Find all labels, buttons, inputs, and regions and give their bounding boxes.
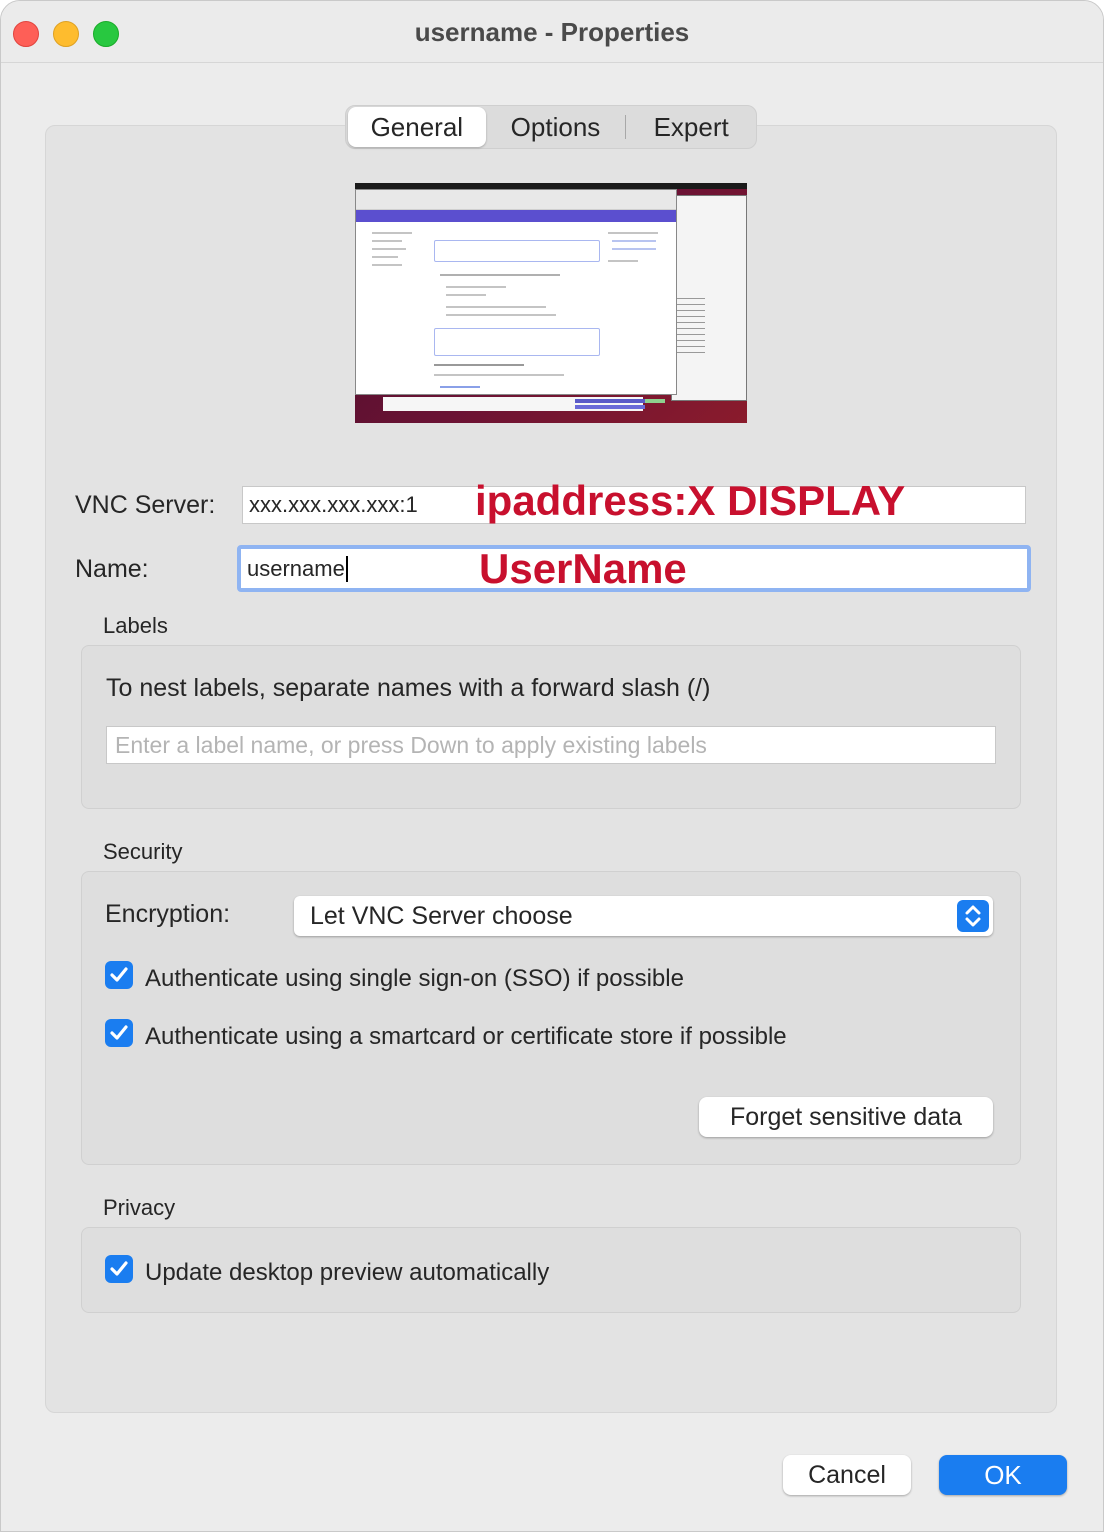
labels-section-title: Labels	[103, 613, 168, 638]
security-section-title: Security	[103, 839, 183, 864]
tab-general[interactable]: General	[348, 107, 486, 147]
tab-options[interactable]: Options	[486, 107, 626, 147]
properties-window: username - Properties General Options Ex…	[0, 0, 1104, 1532]
ok-button[interactable]: OK	[939, 1455, 1067, 1495]
server-annotation: ipaddress:X DISPLAY	[475, 477, 906, 524]
checkmark-icon	[110, 1025, 128, 1040]
window-title: username - Properties	[414, 17, 690, 47]
tab-bar: General Options Expert	[345, 105, 757, 149]
name-annotation: UserName	[479, 545, 687, 592]
name-value: username	[247, 555, 345, 581]
labels-hint: To nest labels, separate names with a fo…	[106, 674, 711, 702]
sso-label: Authenticate using single sign-on (SSO) …	[145, 965, 684, 992]
vnc-server-label: VNC Server:	[75, 491, 216, 519]
title-bar: username - Properties	[1, 1, 1103, 63]
encryption-value: Let VNC Server choose	[310, 901, 573, 930]
vnc-server-value: xxx.xxx.xxx.xxx:1	[249, 492, 418, 517]
update-preview-label: Update desktop preview automatically	[145, 1259, 550, 1286]
desktop-preview-thumbnail	[355, 183, 747, 423]
tab-expert[interactable]: Expert	[626, 107, 756, 147]
smartcard-label: Authenticate using a smartcard or certif…	[145, 1023, 787, 1050]
privacy-section-title: Privacy	[103, 1195, 176, 1220]
sso-checkbox[interactable]	[105, 961, 133, 989]
text-caret	[345, 555, 348, 582]
name-label: Name:	[75, 555, 149, 583]
update-preview-checkbox[interactable]	[105, 1255, 133, 1283]
encryption-label: Encryption:	[105, 900, 231, 928]
encryption-select[interactable]: Let VNC Server choose	[294, 896, 993, 936]
cancel-button[interactable]: Cancel	[783, 1455, 911, 1495]
checkmark-icon	[110, 967, 128, 982]
up-down-chevron-icon	[957, 900, 989, 932]
smartcard-checkbox[interactable]	[105, 1019, 133, 1047]
forget-sensitive-data-button[interactable]: Forget sensitive data	[699, 1097, 993, 1137]
checkmark-icon	[110, 1261, 128, 1276]
label-name-input[interactable]	[106, 726, 996, 764]
